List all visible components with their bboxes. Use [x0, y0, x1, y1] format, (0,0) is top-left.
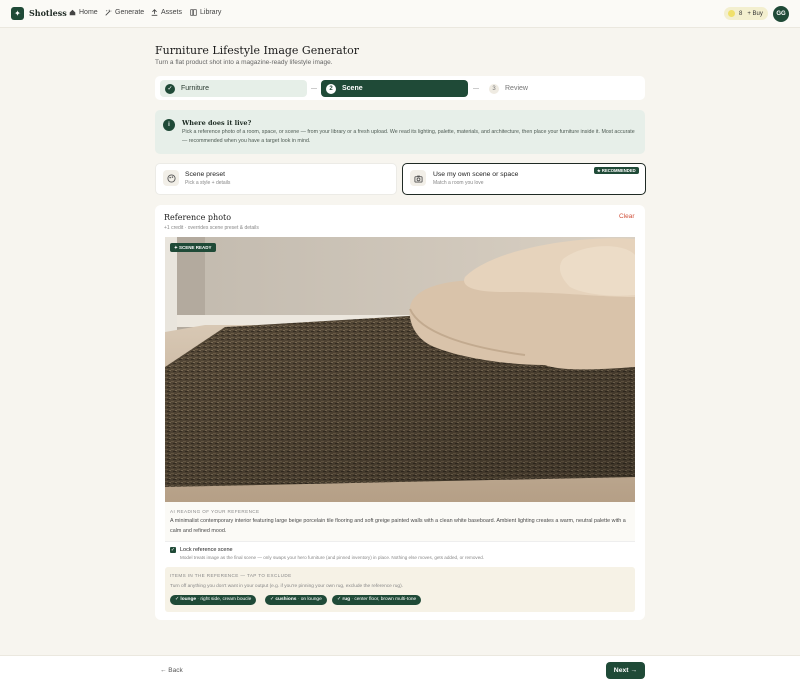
item-detail: center floor, brown multi-tone: [354, 597, 417, 602]
info-text: Pick a reference photo of a room, space,…: [182, 129, 635, 144]
nav-library-label: Library: [200, 9, 222, 16]
item-chip-lounge[interactable]: ✓ lounge · right side, cream boucle: [170, 595, 257, 605]
reference-photo: [165, 237, 635, 502]
step-scene[interactable]: 2 Scene: [321, 80, 468, 97]
check-icon: ✓: [165, 83, 175, 94]
item-chip-rug[interactable]: ✓ rug · center floor, brown multi-tone: [332, 595, 422, 605]
ai-reading-text: A minimalist contemporary interior featu…: [170, 518, 626, 534]
option-subtitle: Match a room you love: [433, 180, 484, 186]
reference-subtitle: +1 credit · overrides scene preset & det…: [164, 225, 259, 231]
home-icon: [69, 9, 76, 16]
camera-icon: [410, 170, 426, 186]
exclude-items-hint: Turn off anything you don't want in your…: [170, 584, 404, 589]
info-title: Where does it live?: [182, 119, 252, 127]
item-name: lounge: [180, 597, 197, 602]
option-title: Use my own scene or space: [433, 171, 519, 178]
item-name: cushions: [275, 597, 297, 602]
step-review[interactable]: 3 Review: [484, 80, 631, 97]
option-subtitle: Pick a style + details: [185, 180, 231, 186]
nav-home-label: Home: [79, 9, 98, 16]
ai-reading-label: AI READING OF YOUR REFERENCE: [170, 509, 260, 514]
lock-scene-description: Model treats image as the final scene — …: [180, 555, 485, 560]
brand-name[interactable]: Shotless: [29, 8, 67, 18]
back-button[interactable]: ← Back: [160, 667, 183, 674]
recommended-badge: ★ RECOMMENDED: [594, 167, 639, 174]
library-icon: [190, 9, 197, 16]
lock-scene-checkbox[interactable]: ✓: [170, 547, 176, 553]
step-label: Scene: [342, 85, 363, 92]
step-number: 2: [326, 83, 336, 94]
footer-bar: [0, 655, 800, 687]
step-divider: [311, 88, 317, 89]
nav-assets-label: Assets: [161, 9, 183, 16]
step-label: Furniture: [181, 85, 210, 92]
scene-ready-badge: ✦ SCENE READY: [170, 243, 216, 252]
item-detail: on lounge: [300, 597, 322, 602]
step-label: Review: [505, 85, 528, 92]
reference-title: Reference photo: [164, 213, 232, 222]
item-name: rug: [342, 597, 351, 602]
step-number: 3: [489, 83, 499, 94]
next-button[interactable]: Next →: [606, 662, 645, 679]
room-scene-illustration: [165, 237, 635, 502]
credits-count: 8: [739, 10, 743, 17]
coin-icon: [728, 10, 735, 17]
scene-preset-option[interactable]: [155, 163, 397, 195]
clear-button[interactable]: Clear: [619, 213, 635, 220]
nav-library[interactable]: Library: [190, 9, 221, 16]
nav-generate-label: Generate: [115, 9, 145, 16]
step-furniture[interactable]: ✓ Furniture: [160, 80, 307, 97]
magic-icon: [105, 9, 112, 16]
page-subtitle: Turn a flat product shot into a magazine…: [155, 59, 333, 66]
item-detail: right side, cream boucle: [200, 597, 252, 602]
lock-scene-title[interactable]: Lock reference scene: [180, 547, 233, 553]
palette-icon: [163, 170, 179, 186]
upload-icon: [151, 9, 158, 16]
credits-badge[interactable]: 8 + Buy: [724, 7, 768, 20]
info-icon: i: [163, 119, 175, 131]
sparkle-icon[interactable]: ✦: [11, 7, 24, 20]
nav-assets[interactable]: Assets: [151, 9, 182, 16]
nav-home[interactable]: Home: [69, 9, 98, 16]
buy-credits-link[interactable]: + Buy: [747, 11, 763, 17]
page-title: Furniture Lifestyle Image Generator: [155, 44, 359, 57]
exclude-items-label: ITEMS IN THE REFERENCE — TAP TO EXCLUDE: [170, 573, 292, 578]
step-divider: [473, 88, 479, 89]
item-chip-cushions[interactable]: ✓ cushions · on lounge: [265, 595, 327, 605]
nav-generate[interactable]: Generate: [105, 9, 144, 16]
option-title: Scene preset: [185, 171, 226, 178]
avatar[interactable]: GG: [773, 6, 789, 22]
